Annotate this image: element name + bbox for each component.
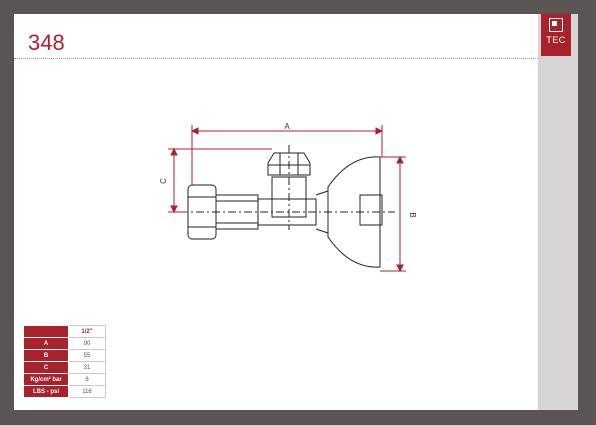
table-corner-cell <box>23 325 69 338</box>
table-header-row: 1/2" <box>23 325 106 338</box>
dimension-b-label: B <box>408 212 417 217</box>
table-row: Kg/cm² bar 8 <box>23 373 106 386</box>
row-value: 8 <box>68 373 106 386</box>
table-row: B 55 <box>23 349 106 362</box>
table-row: C 31 <box>23 361 106 374</box>
size-header: 1/2" <box>68 325 106 338</box>
sidebar-strip <box>538 14 578 410</box>
valve-outline <box>180 145 395 268</box>
brand-logo: TEC <box>541 14 571 56</box>
table-row: LBS - psi 116 <box>23 385 106 398</box>
outlet-nipple <box>359 194 383 226</box>
row-value: 31 <box>68 361 106 374</box>
row-value: 55 <box>68 349 106 362</box>
dimension-a-label: A <box>284 122 290 131</box>
dimension-a <box>190 125 384 185</box>
row-label: B <box>23 349 69 362</box>
row-label: Kg/cm² bar <box>23 373 69 386</box>
header-divider <box>14 58 538 59</box>
logo-text: TEC <box>546 35 566 45</box>
row-value: 90 <box>68 337 106 350</box>
dimension-c-label: C <box>159 178 168 184</box>
row-label: LBS - psi <box>23 385 69 398</box>
row-value: 116 <box>68 385 106 398</box>
valve-technical-drawing: A B C <box>159 122 417 273</box>
table-row: A 90 <box>23 337 106 350</box>
spec-table: 1/2" A 90 B 55 C 31 Kg/cm² bar 8 LBS - p… <box>23 325 106 398</box>
row-label: A <box>23 337 69 350</box>
product-code: 348 <box>28 30 65 55</box>
dimension-c <box>168 147 272 214</box>
row-label: C <box>23 361 69 374</box>
dimension-b <box>380 155 406 273</box>
logo-mark-icon <box>549 18 563 32</box>
